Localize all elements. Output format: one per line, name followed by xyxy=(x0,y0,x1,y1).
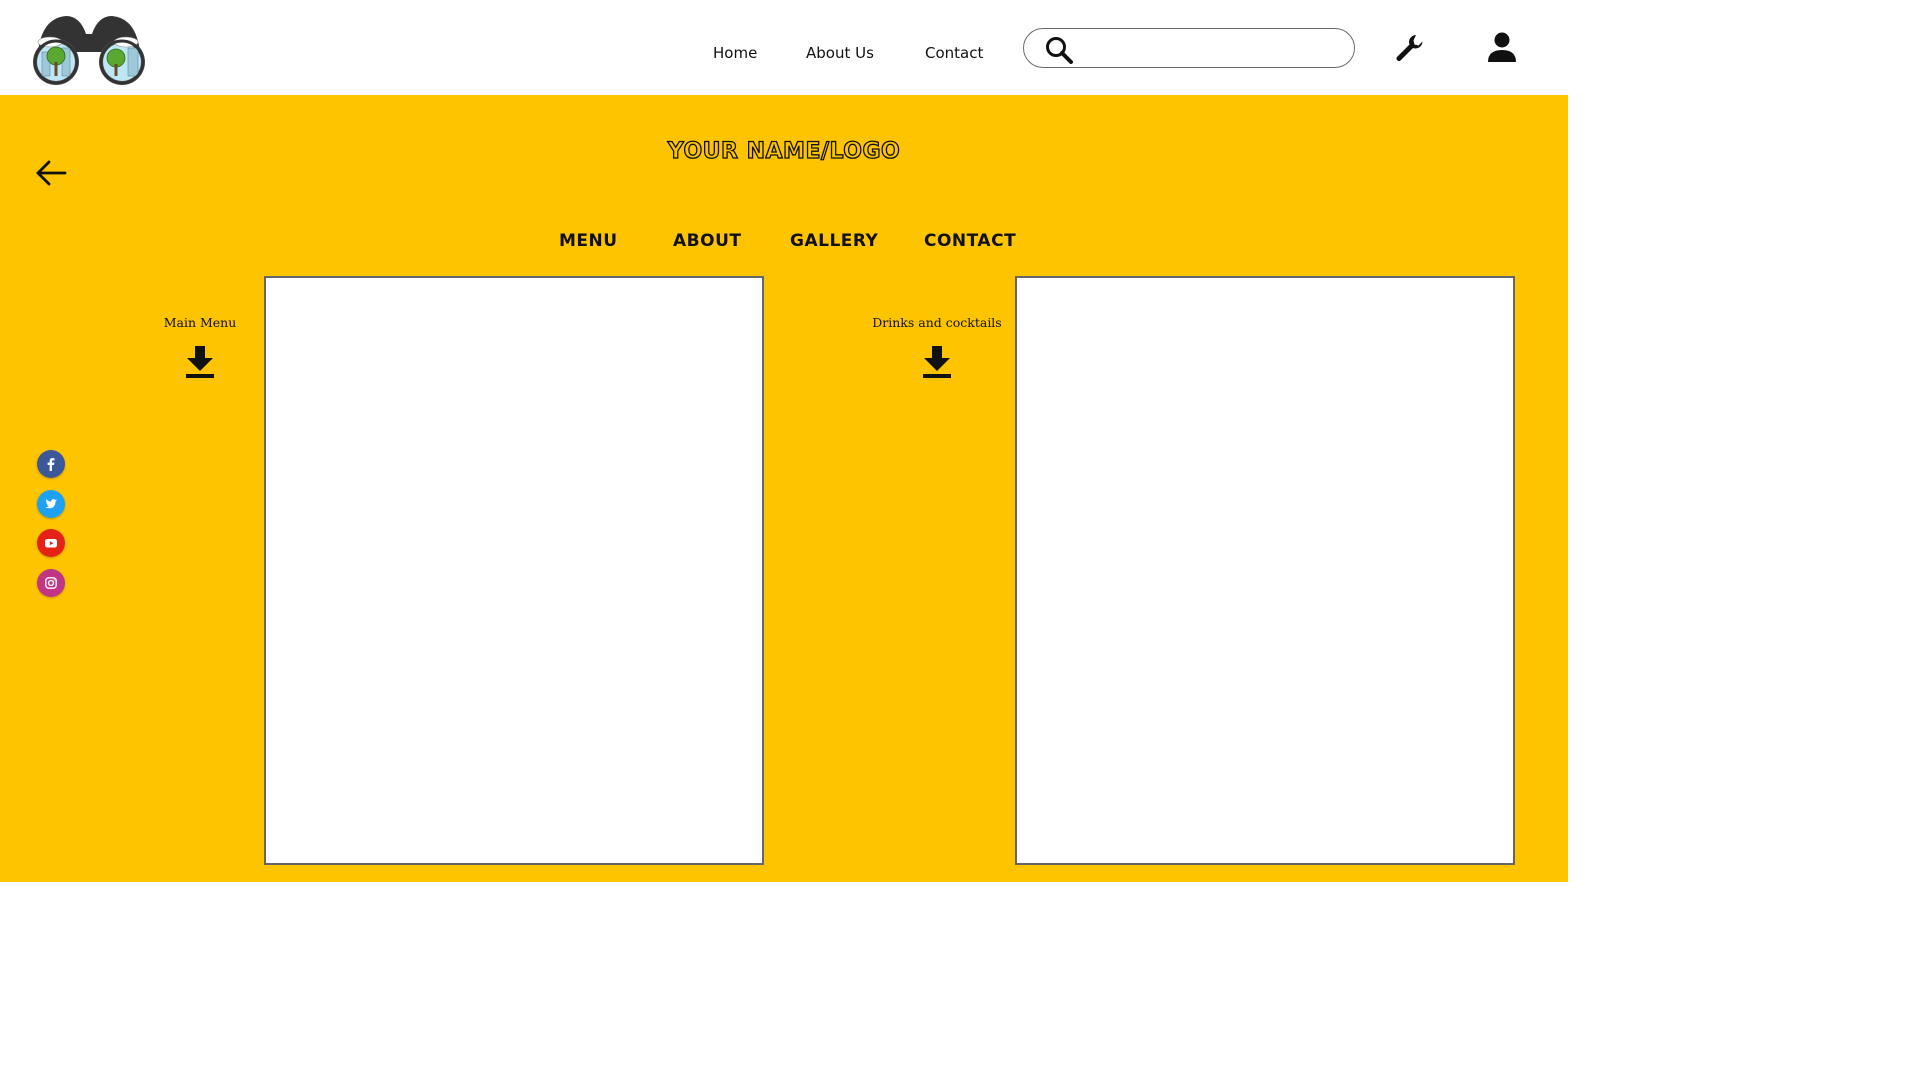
section-link-gallery[interactable]: GALLERY xyxy=(790,231,878,251)
site-title: YOUR NAME/LOGO xyxy=(667,138,901,164)
arrow-left-icon[interactable] xyxy=(34,158,68,188)
wrench-icon[interactable] xyxy=(1394,33,1426,63)
search-input[interactable] xyxy=(1086,35,1342,63)
drinks-menu-preview-panel xyxy=(1015,276,1515,865)
top-navigation-bar: Home About Us Contact xyxy=(0,0,1568,95)
section-link-contact[interactable]: CONTACT xyxy=(924,231,1016,251)
youtube-icon[interactable] xyxy=(37,529,65,557)
facebook-icon[interactable] xyxy=(37,450,65,478)
section-link-menu[interactable]: MENU xyxy=(559,231,618,251)
twitter-icon[interactable] xyxy=(37,490,65,518)
main-content: YOUR NAME/LOGO MENU ABOUT GALLERY CONTAC… xyxy=(0,95,1568,882)
search-icon[interactable] xyxy=(1044,35,1074,65)
nav-link-about-us[interactable]: About Us xyxy=(806,44,874,62)
nav-link-contact[interactable]: Contact xyxy=(925,44,983,62)
user-icon[interactable] xyxy=(1486,31,1518,63)
search-bar[interactable] xyxy=(1023,28,1355,68)
section-link-about[interactable]: ABOUT xyxy=(673,231,741,251)
download-icon[interactable] xyxy=(185,345,215,379)
instagram-icon[interactable] xyxy=(37,569,65,597)
download-label-drinks: Drinks and cocktails xyxy=(872,315,1002,330)
download-label-main-menu: Main Menu xyxy=(163,315,237,330)
main-menu-preview-panel xyxy=(264,276,764,865)
binoculars-logo-icon[interactable] xyxy=(28,12,150,86)
nav-link-home[interactable]: Home xyxy=(713,44,757,62)
download-icon[interactable] xyxy=(922,345,952,379)
